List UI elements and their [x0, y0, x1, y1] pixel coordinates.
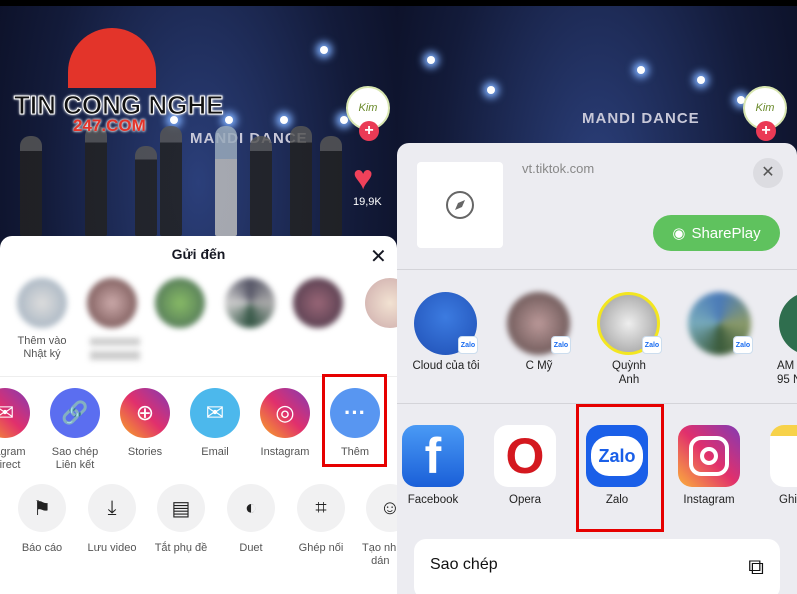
download-icon[interactable]: ⤓: [88, 484, 136, 532]
contact-label: Cloud của tôi: [412, 360, 480, 372]
zalo-badge-icon: Zalo: [642, 336, 662, 354]
action-label: Báo cáo: [21, 542, 63, 554]
copy-icon: ⧉: [748, 554, 764, 579]
close-icon[interactable]: ✕: [370, 244, 387, 269]
share-label: Sao chép Liên kết: [51, 446, 99, 471]
share-label: Stories: [127, 446, 163, 458]
link-thumbnail: [417, 162, 503, 248]
instagram-icon[interactable]: [678, 425, 740, 487]
action-label: Duet: [239, 542, 263, 554]
zalo-badge-icon: Zalo: [458, 336, 478, 354]
contact-avatar[interactable]: [365, 278, 397, 328]
share-label: Email: [201, 446, 229, 458]
follow-plus-icon[interactable]: +: [359, 121, 379, 141]
contact-avatar[interactable]: [155, 278, 205, 328]
duet-icon[interactable]: ◐: [227, 484, 275, 532]
contact-label: C Mỹ: [525, 360, 553, 372]
contact-label: AM95 N: [777, 360, 797, 386]
copy-action[interactable]: Sao chép ⧉: [414, 539, 780, 594]
action-label: Tạo nh dán: [362, 542, 397, 567]
contact-avatar[interactable]: [225, 278, 275, 328]
flag-icon[interactable]: ⚑: [18, 484, 66, 532]
sticker-icon[interactable]: ☺: [366, 484, 397, 532]
action-label: Lưu video: [87, 542, 137, 554]
video-sign: MANDI DANCE: [582, 110, 700, 127]
like-count: 19,9K: [353, 196, 382, 208]
app-label: Ghi: [779, 494, 797, 506]
highlight-box: [576, 404, 664, 532]
watermark-gear-icon: [68, 28, 156, 88]
contact-avatar[interactable]: [87, 278, 137, 328]
shareplay-icon: ◉: [672, 225, 686, 242]
heart-icon[interactable]: ♥: [353, 161, 373, 195]
ios-share-sheet: vt.tiktok.com ✕ ◉ SharePlay Zalo Cloud củ…: [397, 143, 797, 594]
link-icon[interactable]: 🔗: [50, 388, 100, 438]
instagram-icon[interactable]: ◎: [260, 388, 310, 438]
share-label: Instagram: [260, 446, 310, 458]
send-to-sheet: Gửi đến ✕ Thêm vàoNhật ký ✉ agramirect 🔗…: [0, 236, 397, 594]
follow-plus-icon[interactable]: +: [756, 121, 776, 141]
zalo-badge-icon: Zalo: [733, 336, 753, 354]
notes-icon[interactable]: [770, 425, 797, 487]
sheet-title: Gửi đến: [171, 246, 226, 262]
stitch-icon[interactable]: ⌗: [297, 484, 345, 532]
contact-label: Quỳnh Anh: [612, 360, 646, 386]
opera-icon[interactable]: O: [494, 425, 556, 487]
shareplay-button[interactable]: ◉ SharePlay: [653, 215, 780, 251]
watermark-subtitle: 247.COM: [73, 116, 146, 135]
highlight-box: [322, 374, 387, 467]
mail-icon[interactable]: ✉: [190, 388, 240, 438]
compass-icon: [446, 191, 474, 219]
contact-avatar[interactable]: [17, 278, 67, 328]
share-label: agramirect: [0, 446, 26, 471]
stories-add-icon[interactable]: ⊕: [120, 388, 170, 438]
app-label: Opera: [509, 494, 541, 506]
zalo-badge-icon: Zalo: [551, 336, 571, 354]
facebook-icon[interactable]: f: [402, 425, 464, 487]
contact-avatar[interactable]: [293, 278, 343, 328]
action-label: Ghép nối: [298, 542, 344, 554]
close-icon[interactable]: ✕: [753, 158, 783, 188]
captions-off-icon[interactable]: ▤: [157, 484, 205, 532]
contact-avatar[interactable]: [779, 292, 797, 355]
app-label: Facebook: [407, 494, 459, 506]
app-label: Instagram: [683, 494, 735, 506]
action-label: Tắt phụ đề: [154, 542, 208, 554]
messenger-icon[interactable]: ✉: [0, 388, 30, 438]
link-url: vt.tiktok.com: [522, 161, 595, 176]
contact-label: Thêm vào Nhật ký: [17, 335, 67, 360]
